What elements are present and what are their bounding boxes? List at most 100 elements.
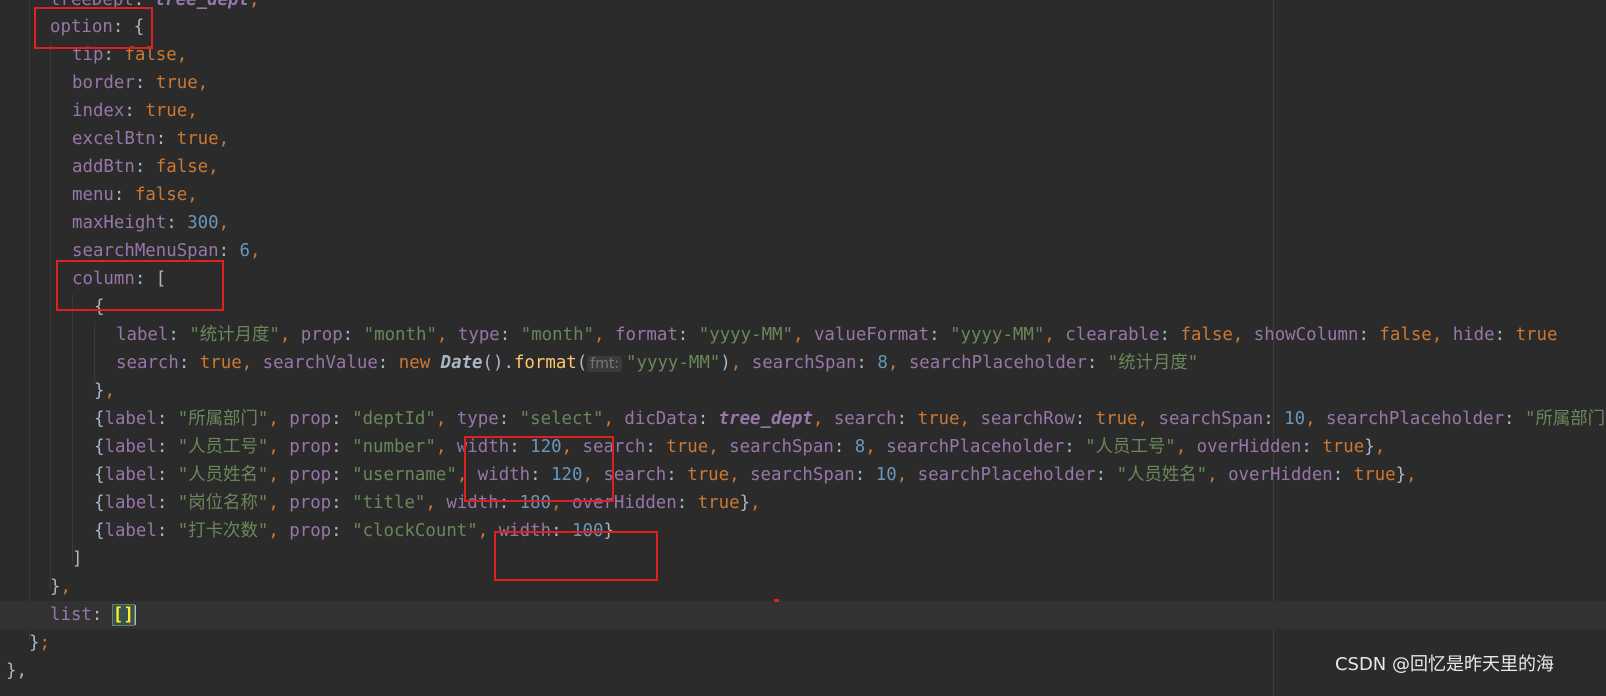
code-line: }, [0,577,71,597]
code-token: , [1406,465,1417,485]
code-token: excelBtn [72,129,156,149]
code-token: { [94,437,105,457]
code-line: search: true, searchValue: new Date().fo… [0,353,1198,373]
code-token: label [104,465,157,485]
code-token: searchSpan [750,465,855,485]
highlight-box-column [56,260,224,311]
code-token: maxHeight [72,213,167,233]
code-token: , [187,185,198,205]
code-token: type [456,409,499,429]
code-token: , [176,45,188,65]
code-token: : [331,409,353,429]
code-token: : [1494,325,1516,345]
code-token: "yyyy-MM" [626,353,721,373]
code-token: overHidden [1228,465,1333,485]
code-token: Date [440,353,483,373]
code-token: true [1095,409,1138,429]
parameter-hint: fmt: [587,356,623,372]
code-token: 8 [877,353,888,373]
code-token: "select" [519,409,604,429]
code-token: , [1044,325,1066,345]
code-token: , [268,409,290,429]
code-token: false [1180,325,1233,345]
code-token: "username" [352,465,457,485]
code-token: ( [576,353,588,373]
code-token: clearable [1065,325,1160,345]
code-token: prop [300,325,343,345]
code-token: : [666,465,688,485]
code-token: true [1322,437,1365,457]
code-token: ; [39,633,50,653]
code-token: , [208,157,219,177]
code-token: tree_dept [154,0,249,10]
code-token: searchSpan [1158,409,1264,429]
code-token: } [739,493,751,513]
code-token: , [197,73,209,93]
code-token: : [697,409,719,429]
highlight-box-width-100 [494,531,658,581]
code-token: , [1431,325,1453,345]
code-token: "所属部门" [1525,409,1606,429]
code-token: : [331,493,353,513]
code-token: border [72,73,135,93]
code-token: tree_dept [718,409,813,429]
code-token: : [331,521,353,541]
code-token: , [187,101,198,121]
code-token: label [104,493,157,513]
code-token: format [513,353,577,373]
code-line: addBtn: false, [0,157,219,177]
code-token: , [268,437,290,457]
code-token: menu [72,185,114,205]
code-token: , [896,465,918,485]
code-token: , [268,493,290,513]
code-token: , [1305,409,1327,429]
code-line: }, [0,381,115,401]
code-token: : [1095,465,1117,485]
code-token: : [1504,409,1525,429]
code-token: true [199,353,242,373]
code-line: index: true, [0,101,198,121]
code-token: false [1379,325,1432,345]
code-token: (). [482,353,514,373]
code-token: , [435,409,457,429]
code-token: : [1086,353,1108,373]
code-token: : [896,409,918,429]
code-token: : [156,409,178,429]
code-token: : [645,437,667,457]
code-token: : [1159,325,1181,345]
code-token: , [730,353,752,373]
code-token: searchPlaceholder [908,353,1087,373]
code-token: : [156,521,178,541]
code-token: "人员姓名" [1116,465,1208,485]
code-token: , [248,0,260,10]
code-token: } [1364,437,1375,457]
code-line: {label: "人员姓名", prop: "username", width:… [0,465,1417,485]
code-token: , [425,493,447,513]
code-token: , [603,409,625,429]
code-editor[interactable]: treeDept: tree_dept, option: { tip: fals… [0,0,1606,696]
code-token: "month" [520,325,595,345]
code-token: : [1064,437,1086,457]
code-token: searchSpan [751,353,857,373]
error-marker [774,599,779,602]
code-token: searchPlaceholder [1326,409,1505,429]
code-token: , [268,521,290,541]
code-token: }, [6,661,27,681]
code-token: 6 [239,241,251,261]
code-token: , [792,325,814,345]
watermark: CSDN @回忆是昨天里的海 [1334,654,1554,675]
code-token: searchPlaceholder [886,437,1065,457]
code-token: hide [1452,325,1495,345]
code-token: showColumn [1253,325,1359,345]
code-token: { [94,493,105,513]
code-token: true [145,101,188,121]
code-token: "number" [352,437,436,457]
code-token: : [1074,409,1096,429]
code-token: "统计月度" [189,325,280,345]
code-token: , [708,437,730,457]
code-token: : [498,409,520,429]
code-token: "统计月度" [1107,353,1199,373]
code-token: "title" [352,493,426,513]
code-token: label [104,437,157,457]
code-token: "yyyy-MM" [698,325,793,345]
